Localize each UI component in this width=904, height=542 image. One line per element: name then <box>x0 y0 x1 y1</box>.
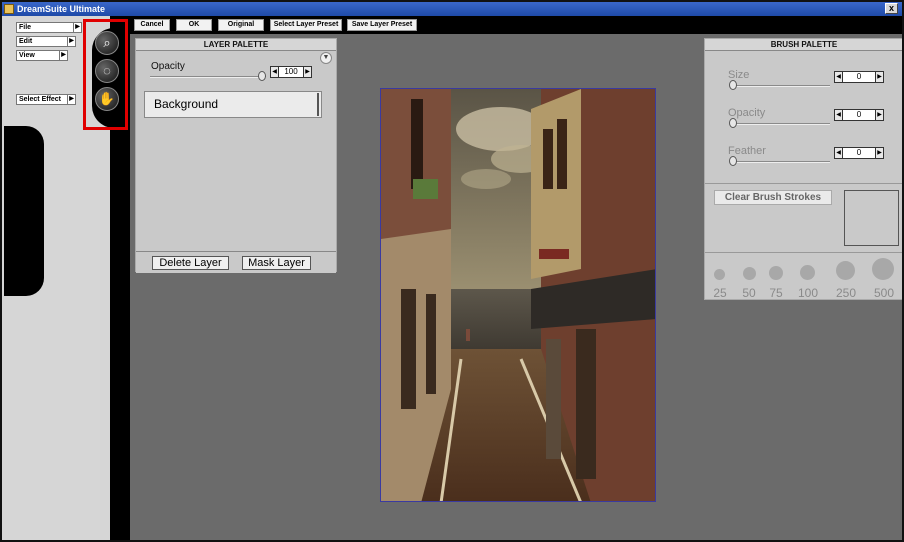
decorative-shape <box>4 146 44 276</box>
top-toolbar: Cancel OK Original Select Layer Preset S… <box>2 16 902 34</box>
decrement-icon[interactable]: ◀ <box>835 148 843 158</box>
brush-size-value: 0 <box>856 72 862 81</box>
chevron-right-icon: ▶ <box>59 51 67 60</box>
brush-size-500-dot[interactable] <box>872 258 894 280</box>
brush-size-option[interactable]: 250 <box>831 286 861 300</box>
edit-menu[interactable]: Edit ▶ <box>16 36 76 47</box>
brush-palette-title: BRUSH PALETTE <box>705 39 902 51</box>
layer-opacity-stepper[interactable]: ◀ 100 ▶ <box>270 66 312 78</box>
cancel-button[interactable]: Cancel <box>134 19 170 31</box>
increment-icon[interactable]: ▶ <box>875 148 883 158</box>
file-menu-label: File <box>19 24 32 31</box>
brush-size-slider-knob[interactable] <box>729 80 737 90</box>
brush-size-50-dot[interactable] <box>743 267 756 280</box>
view-menu[interactable]: View ▶ <box>16 50 68 61</box>
layer-palette-title: LAYER PALETTE <box>136 39 336 51</box>
save-layer-preset-button[interactable]: Save Layer Preset <box>347 19 417 31</box>
increment-icon[interactable]: ▶ <box>875 72 883 82</box>
app-window: DreamSuite Ultimate x Cancel OK Original… <box>0 0 904 542</box>
collapse-icon[interactable]: ▼ <box>320 52 332 64</box>
app-icon <box>4 4 14 14</box>
layer-palette: LAYER PALETTE ▼ Opacity ◀ 100 ▶ Backgrou… <box>135 38 337 273</box>
brush-feather-value: 0 <box>856 148 862 157</box>
mask-layer-button[interactable]: Mask Layer <box>242 256 311 270</box>
title-bar: DreamSuite Ultimate x <box>2 2 902 16</box>
layer-palette-footer: Delete Layer Mask Layer <box>136 251 336 273</box>
decrement-icon[interactable]: ◀ <box>835 72 843 82</box>
brush-size-option[interactable]: 75 <box>761 286 791 300</box>
ok-button[interactable]: OK <box>176 19 212 31</box>
brush-size-option[interactable]: 25 <box>705 286 735 300</box>
brush-size-stepper[interactable]: ◀ 0 ▶ <box>834 71 884 83</box>
canvas-image[interactable] <box>380 88 656 502</box>
brush-feather-slider-knob[interactable] <box>729 156 737 166</box>
chevron-right-icon: ▶ <box>67 95 75 104</box>
brush-size-option[interactable]: 100 <box>793 286 823 300</box>
brush-opacity-value: 0 <box>856 110 862 119</box>
highlight-box <box>83 19 128 130</box>
decrement-icon[interactable]: ◀ <box>835 110 843 120</box>
layer-item-label: Background <box>154 97 219 111</box>
brush-opacity-slider-knob[interactable] <box>729 118 737 128</box>
brush-palette: BRUSH PALETTE Size ◀ 0 ▶ Opacity ◀ 0 ▶ F… <box>704 38 902 300</box>
brush-size-option[interactable]: 50 <box>734 286 764 300</box>
increment-icon[interactable]: ▶ <box>303 67 311 77</box>
select-layer-preset-button[interactable]: Select Layer Preset <box>270 19 342 31</box>
brush-palette-divider <box>705 252 902 253</box>
brush-preview <box>844 190 899 246</box>
select-effect-label: Select Effect <box>19 96 62 103</box>
layer-opacity-slider-track[interactable] <box>150 76 266 78</box>
brush-size-slider-track[interactable] <box>730 85 830 87</box>
chevron-right-icon: ▶ <box>73 23 81 32</box>
chevron-right-icon: ▶ <box>67 37 75 46</box>
brush-size-250-dot[interactable] <box>836 261 855 280</box>
select-effect-menu[interactable]: Select Effect ▶ <box>16 94 76 105</box>
layer-opacity-value: 100 <box>284 67 298 76</box>
brush-opacity-stepper[interactable]: ◀ 0 ▶ <box>834 109 884 121</box>
original-button[interactable]: Original <box>218 19 264 31</box>
brush-feather-slider-track[interactable] <box>730 161 830 163</box>
left-panel: File ▶ Edit ▶ View ▶ Select Effect ▶ <box>2 16 82 540</box>
window-title: DreamSuite Ultimate <box>17 4 106 14</box>
brush-palette-divider <box>705 183 902 184</box>
view-menu-label: View <box>19 52 35 59</box>
layer-item-scrollbar[interactable] <box>317 93 319 116</box>
close-button[interactable]: x <box>885 3 898 14</box>
increment-icon[interactable]: ▶ <box>875 110 883 120</box>
brush-feather-stepper[interactable]: ◀ 0 ▶ <box>834 147 884 159</box>
brush-size-100-dot[interactable] <box>800 265 815 280</box>
layer-opacity-label: Opacity <box>151 61 185 72</box>
brush-opacity-slider-track[interactable] <box>730 123 830 125</box>
alley-painting <box>381 89 655 501</box>
brush-size-option[interactable]: 500 <box>869 286 899 300</box>
decrement-icon[interactable]: ◀ <box>271 67 279 77</box>
file-menu[interactable]: File ▶ <box>16 22 82 33</box>
brush-size-25-dot[interactable] <box>714 269 725 280</box>
clear-brush-strokes-button[interactable]: Clear Brush Strokes <box>714 190 832 205</box>
layer-opacity-slider-knob[interactable] <box>258 71 266 81</box>
delete-layer-button[interactable]: Delete Layer <box>152 256 229 270</box>
edit-menu-label: Edit <box>19 38 33 45</box>
brush-size-75-dot[interactable] <box>769 266 783 280</box>
layer-item[interactable]: Background <box>144 91 322 118</box>
